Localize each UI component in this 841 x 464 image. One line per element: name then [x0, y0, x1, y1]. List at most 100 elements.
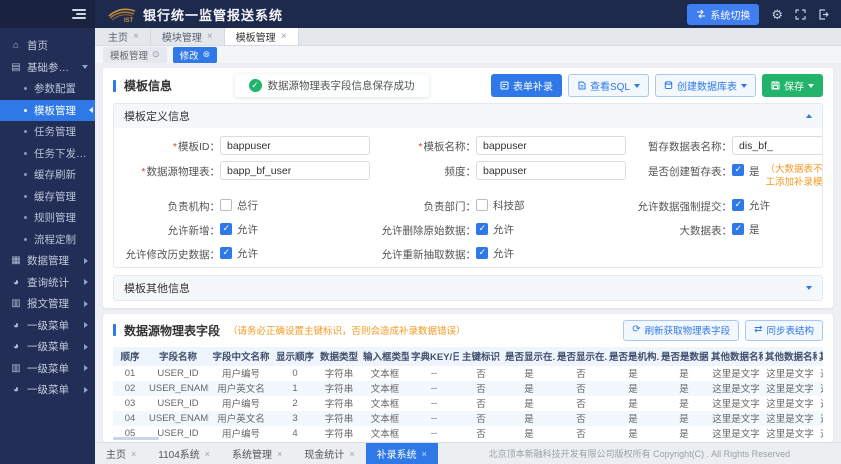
template-id-input[interactable]: [220, 136, 370, 155]
force-submit-checkbox[interactable]: [732, 199, 744, 211]
sidebar-item[interactable]: ▥ 报文管理: [0, 293, 95, 315]
other-section-header[interactable]: 模板其他信息: [114, 276, 822, 300]
column-header[interactable]: 字典KEY/日...: [409, 347, 459, 366]
sidebar-item[interactable]: ◕ 一级菜单: [0, 379, 95, 401]
sidebar-item[interactable]: ▤ 基础参数配置: [0, 57, 95, 79]
gear-icon[interactable]: ⚙: [771, 8, 783, 21]
table-cell: 这里是文字: [817, 411, 823, 426]
close-icon[interactable]: ×: [131, 449, 136, 459]
sidebar-item[interactable]: 规则管理: [0, 207, 95, 229]
panel-title: 模板信息: [124, 77, 172, 94]
system-switch-button[interactable]: 系统切换: [687, 4, 759, 25]
close-icon[interactable]: ×: [205, 449, 210, 459]
sidebar-item[interactable]: ⌂ 首页: [0, 35, 95, 57]
column-header[interactable]: 字段中文名称: [209, 347, 273, 366]
page-tab[interactable]: 模板管理 ×: [225, 28, 299, 45]
sidebar-item[interactable]: 缓存刷新: [0, 164, 95, 186]
column-header[interactable]: 其他数据名称: [709, 347, 763, 366]
table-row[interactable]: 04USER_ENAME用户英文名3字符串文本框--否是否是是这里是文字这里是文…: [113, 411, 823, 426]
dept-checkbox[interactable]: [476, 199, 488, 211]
table-row[interactable]: 01USER_ID用户编号0字符串文本框--否是否是是这里是文字这里是文字这里是…: [113, 366, 823, 381]
table-row[interactable]: 02USER_ENAME用户英文名1字符串文本框--否是否是是这里是文字这里是文…: [113, 381, 823, 396]
system-tab-label: 主页: [106, 446, 126, 461]
expand-icon[interactable]: [806, 286, 812, 290]
circle-dot-icon[interactable]: ⊙: [152, 49, 160, 60]
view-sql-button[interactable]: 查看SQL: [568, 74, 649, 97]
dept-option: 科技部: [493, 196, 525, 214]
sidebar-item[interactable]: 任务管理: [0, 121, 95, 143]
create-db-table-button[interactable]: 创建数据库表: [655, 74, 756, 97]
table-cell: 否: [459, 366, 503, 381]
sidebar-item[interactable]: 缓存管理: [0, 186, 95, 208]
system-tab[interactable]: 补录系统 ×: [366, 443, 438, 464]
save-button[interactable]: 保存: [762, 74, 823, 97]
column-header[interactable]: 其他数据名称: [817, 347, 823, 366]
system-tab[interactable]: 系统管理 ×: [221, 443, 293, 464]
create-staging-checkbox[interactable]: [732, 164, 744, 176]
column-header[interactable]: 数据类型: [317, 347, 361, 366]
sidebar-item[interactable]: ◕ 一级菜单: [0, 336, 95, 358]
table-cell: 否: [555, 396, 607, 411]
column-header[interactable]: 输入框类型: [361, 347, 409, 366]
allow-re-extract-checkbox[interactable]: [476, 247, 488, 259]
page-tab[interactable]: 模块管理 ×: [151, 28, 225, 45]
circle-close-icon[interactable]: ⊗: [203, 49, 211, 60]
frequency-input[interactable]: [476, 161, 626, 180]
form-entry-button[interactable]: 表单补录: [491, 74, 562, 97]
column-header[interactable]: 是否显示在...: [555, 347, 607, 366]
table-cell: 这里是文字: [817, 381, 823, 396]
definition-section-header[interactable]: 模板定义信息: [114, 104, 822, 128]
big-data-checkbox[interactable]: [732, 223, 744, 235]
allow-modify-history-checkbox[interactable]: [220, 247, 232, 259]
sidebar-item[interactable]: ◕ 一级菜单: [0, 315, 95, 337]
column-header[interactable]: 其他数据名称: [763, 347, 817, 366]
close-icon[interactable]: ×: [133, 31, 139, 42]
column-header[interactable]: 是否是机构...: [607, 347, 659, 366]
close-icon[interactable]: ×: [281, 31, 287, 42]
table-row[interactable]: 03USER_ID用户编号2字符串文本框--否是否是是这里是文字这里是文字这里是…: [113, 396, 823, 411]
horizontal-scrollbar-thumb[interactable]: [113, 437, 159, 440]
sidebar-collapse-icon[interactable]: [72, 9, 86, 19]
table-cell: 否: [555, 411, 607, 426]
sidebar-item-label: 一级菜单: [27, 318, 69, 333]
system-tab[interactable]: 现金统计 ×: [293, 443, 365, 464]
allow-add-checkbox[interactable]: [220, 223, 232, 235]
column-header[interactable]: 显示顺序: [273, 347, 317, 366]
org-checkbox[interactable]: [220, 199, 232, 211]
bullet-icon: [24, 195, 27, 198]
breadcrumb-chip[interactable]: 模板管理 ⊙: [103, 47, 167, 63]
column-header[interactable]: 顺序: [113, 347, 147, 366]
sidebar-item[interactable]: ◕ 查询统计: [0, 272, 95, 294]
sync-structure-button[interactable]: ⇄ 同步表结构: [745, 320, 823, 341]
fullscreen-icon[interactable]: [795, 9, 806, 20]
sidebar-item[interactable]: ▥ 一级菜单: [0, 358, 95, 380]
column-header[interactable]: 主键标识: [459, 347, 503, 366]
template-name-input[interactable]: [476, 136, 626, 155]
refresh-fields-button[interactable]: ⟳ 刷新获取物理表字段: [623, 320, 739, 341]
source-table-input[interactable]: [220, 161, 370, 180]
table-cell: 是: [607, 426, 659, 440]
column-header[interactable]: 是否显示在...: [503, 347, 555, 366]
table-cell: 是: [503, 396, 555, 411]
system-tab[interactable]: 主页 ×: [95, 443, 147, 464]
breadcrumb-chip[interactable]: 修改 ⊗: [173, 47, 218, 63]
table-row[interactable]: 05USER_ID用户编号4字符串文本框--否是否是是这里是文字这里是文字这里是…: [113, 426, 823, 440]
chevron-icon: [82, 65, 88, 69]
close-icon[interactable]: ×: [207, 31, 213, 42]
sidebar-item[interactable]: 参数配置: [0, 78, 95, 100]
collapse-icon[interactable]: [806, 114, 812, 118]
page-tab[interactable]: 主页 ×: [97, 28, 151, 45]
close-icon[interactable]: ×: [277, 449, 282, 459]
staging-table-name-input[interactable]: [732, 136, 823, 155]
sidebar-item[interactable]: 模板管理: [0, 100, 95, 122]
column-header[interactable]: 字段名称: [147, 347, 209, 366]
allow-delete-checkbox[interactable]: [476, 223, 488, 235]
system-tab[interactable]: 1104系统 ×: [147, 443, 221, 464]
sidebar-item[interactable]: ▦ 数据管理: [0, 250, 95, 272]
close-icon[interactable]: ×: [422, 449, 427, 459]
logout-icon[interactable]: [818, 9, 829, 20]
close-icon[interactable]: ×: [349, 449, 354, 459]
sidebar-item[interactable]: 流程定制: [0, 229, 95, 251]
sidebar-item[interactable]: 任务下发情况: [0, 143, 95, 165]
column-header[interactable]: 是否是数据...: [659, 347, 709, 366]
